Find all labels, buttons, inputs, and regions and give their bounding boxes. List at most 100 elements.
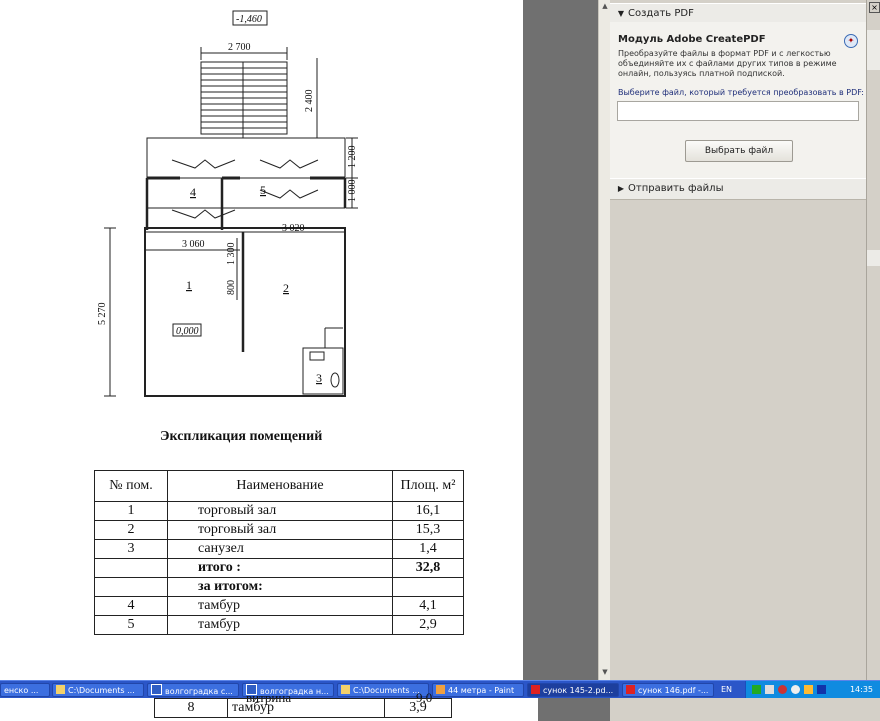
cell-num: 2	[94, 520, 168, 540]
tray-icon[interactable]	[791, 685, 800, 694]
send-files-section-header[interactable]: ▶ Отправить файлы	[610, 178, 866, 200]
panel-strip	[610, 698, 880, 721]
cell-area: 16,1	[392, 501, 464, 521]
choose-file-button[interactable]: Выбрать файл	[685, 140, 793, 162]
cell-name: торговый зал	[167, 520, 393, 540]
cell-name: тамбур	[167, 596, 393, 616]
cell-num: 1	[94, 501, 168, 521]
table-row: 8 тамбур 3,9	[154, 698, 452, 718]
table-row: 1 торговый зал 16,1	[94, 501, 464, 521]
taskbar-item[interactable]: 44 метра - Paint	[432, 683, 524, 697]
create-pdf-title: Создать PDF	[628, 8, 694, 19]
table-row: 4 тамбур 4,1	[94, 596, 464, 616]
collapse-triangle-icon: ▼	[617, 9, 625, 18]
taskbar-item[interactable]: волгоградка с...	[147, 683, 239, 697]
cell-name: за итогом:	[167, 577, 393, 597]
cell-area: 15,3	[392, 520, 464, 540]
dim-wall-upper: 1 300	[226, 243, 237, 266]
cell-area: 32,8	[392, 558, 464, 578]
cell-area: 2,9	[392, 615, 464, 635]
module-description: Преобразуйте файлы в формат PDF и с легк…	[618, 49, 837, 78]
folder-icon	[341, 685, 350, 694]
explication-table: № пом. Наименование Площ. м² 1 торговый …	[94, 470, 464, 635]
room-3-label: 3	[316, 371, 322, 385]
table-row: 5 тамбур 2,9	[94, 615, 464, 635]
folder-icon	[56, 685, 65, 694]
pdf-icon	[531, 685, 540, 694]
file-path-field[interactable]	[617, 101, 859, 121]
dim-stair-height: 2 400	[304, 90, 315, 113]
panel-empty-area	[610, 200, 866, 680]
cell-area: 4,1	[392, 596, 464, 616]
table-row: 2 торговый зал 15,3	[94, 520, 464, 540]
cell-area: 3,9	[384, 698, 452, 718]
system-tray: 14:35	[745, 681, 880, 699]
second-window-strip: витрина 9,0 8 тамбур 3,9	[0, 690, 880, 721]
table-row-total: итого : 32,8	[94, 558, 464, 578]
dim-right-upper: 1 200	[347, 146, 358, 169]
paint-icon	[436, 685, 445, 694]
cell-area: 1,4	[392, 539, 464, 559]
room-2-label: 2	[283, 281, 289, 295]
volume-icon[interactable]	[804, 685, 813, 694]
cell-num	[94, 558, 168, 578]
header-name: Наименование	[167, 470, 393, 502]
dim-wall-lower: 800	[226, 280, 237, 295]
level-mark: -1,460	[236, 14, 262, 25]
cell-area	[392, 577, 464, 597]
tray-icon[interactable]	[752, 685, 761, 694]
clock[interactable]: 14:35	[850, 681, 873, 699]
dim-room1-width: 3 060	[182, 239, 205, 250]
table-row-subheader: за итогом:	[94, 577, 464, 597]
send-files-title: Отправить файлы	[628, 183, 724, 194]
room-5-label: 5	[260, 183, 266, 197]
cell-num: 4	[94, 596, 168, 616]
adobe-module-icon[interactable]: ✦	[844, 34, 858, 48]
cell-name: торговый зал	[167, 501, 393, 521]
language-indicator[interactable]: EN	[721, 681, 732, 699]
tools-panel: ▼ Создать PDF Модуль Adobe CreatePDF ✦ Пр…	[610, 0, 866, 680]
taskbar-item-active[interactable]: сунок 145-2.pd...	[527, 683, 619, 697]
scroll-down-icon[interactable]: ▼	[601, 668, 609, 676]
table-header-row: № пом. Наименование Площ. м²	[94, 470, 464, 502]
floor-mark: 0,000	[176, 326, 199, 337]
cell-name: тамбур	[167, 615, 393, 635]
cell-num	[94, 577, 168, 597]
explication-title: Экспликация помещений	[160, 429, 323, 444]
floor-plan: -1,460 2 700 2 400 1 200 1 000 3 060 3 0…	[97, 10, 358, 397]
cell-num: 5	[94, 615, 168, 635]
room-1-label: 1	[186, 278, 192, 292]
dim-top-width: 2 700	[228, 42, 251, 53]
cell-name: тамбур	[227, 698, 385, 718]
room-4-label: 4	[190, 185, 196, 199]
cell-num: 3	[94, 539, 168, 559]
cell-name: санузел	[167, 539, 393, 559]
document-page: -1,460 2 700 2 400 1 200 1 000 3 060 3 0…	[0, 0, 523, 680]
cell-num: 8	[154, 698, 228, 718]
dim-right-lower: 1 000	[347, 180, 358, 203]
tray-icon[interactable]	[778, 685, 787, 694]
dim-left-height: 5 270	[97, 303, 108, 326]
scroll-up-icon[interactable]: ▲	[601, 2, 609, 10]
cell-name: итого :	[167, 558, 393, 578]
taskbar-item[interactable]: енско ...	[0, 683, 50, 697]
side-tab[interactable]	[867, 250, 880, 266]
tray-icon[interactable]	[817, 685, 826, 694]
tray-icon[interactable]	[765, 685, 774, 694]
document-page-2: витрина 9,0 8 тамбур 3,9	[0, 690, 538, 721]
taskbar: енско ... C:\Documents ... волгоградка с…	[0, 680, 880, 699]
expand-triangle-icon: ▶	[617, 184, 625, 193]
taskbar-item[interactable]: C:\Documents ...	[52, 683, 144, 697]
table-row: 3 санузел 1,4	[94, 539, 464, 559]
pdf-icon	[626, 685, 635, 694]
choose-file-label: Выберите файл, который требуется преобра…	[618, 88, 864, 97]
word-icon	[151, 684, 162, 695]
taskbar-item[interactable]: сунок 146.pdf -...	[622, 683, 714, 697]
header-num: № пом.	[94, 470, 168, 502]
header-area: Площ. м²	[392, 470, 464, 502]
side-tab[interactable]	[867, 30, 880, 70]
right-window-edge: ×	[866, 0, 880, 680]
module-title: Модуль Adobe CreatePDF	[618, 34, 766, 45]
close-icon[interactable]: ×	[869, 2, 880, 13]
dim-room2-width: 3 020	[282, 223, 305, 234]
